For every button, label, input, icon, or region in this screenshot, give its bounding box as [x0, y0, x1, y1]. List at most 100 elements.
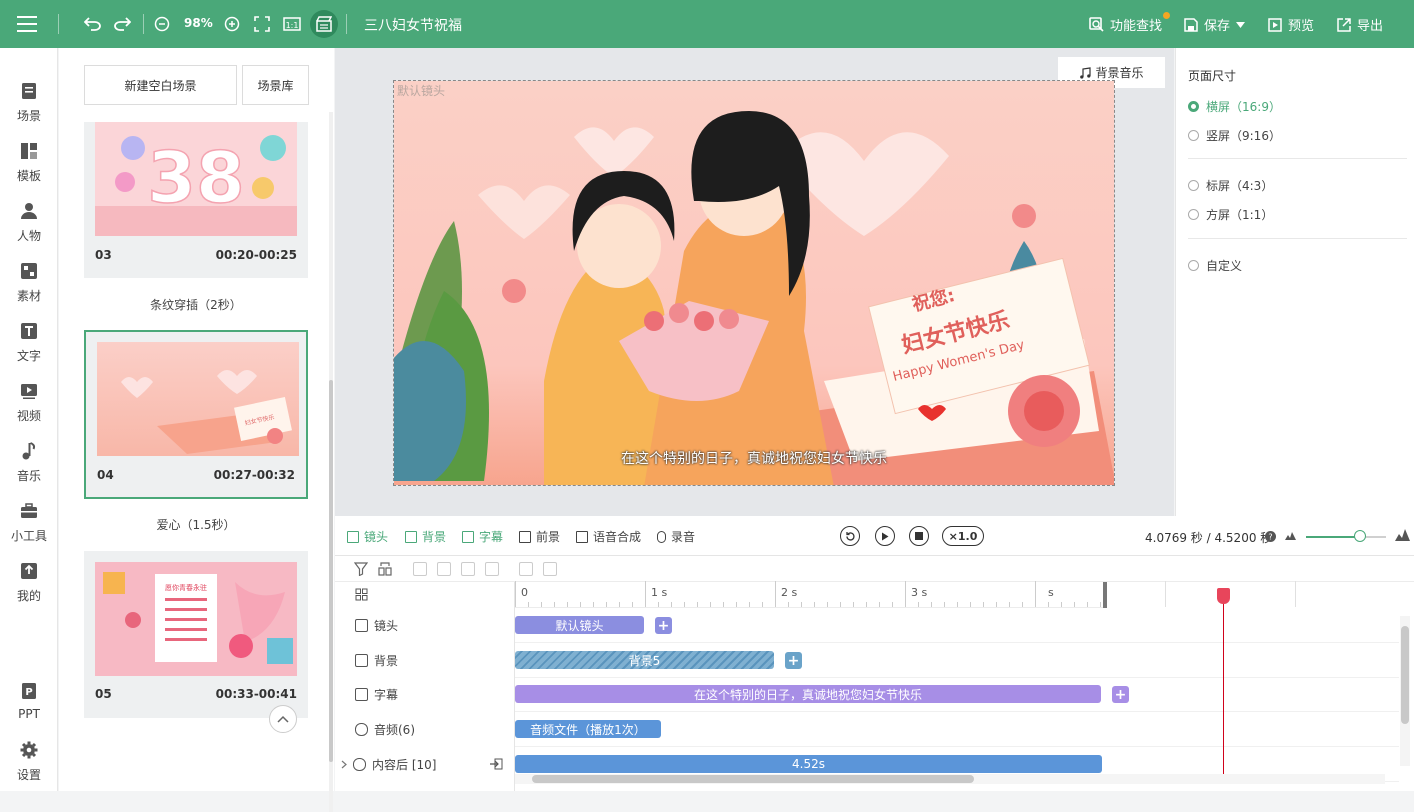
feature-search-button[interactable]: 功能查找 — [1089, 15, 1162, 34]
undo-icon[interactable] — [82, 13, 104, 35]
ruler-label: s — [1048, 586, 1054, 599]
tab-camera[interactable]: 镜头 — [347, 528, 388, 545]
replay-button[interactable] — [840, 526, 860, 546]
save-button[interactable]: 保存 — [1184, 15, 1246, 34]
timeline-zoom-handle[interactable] — [1354, 530, 1366, 542]
redo-icon[interactable] — [111, 13, 133, 35]
time-ruler[interactable]: 0 1 s 2 s 3 s s — [515, 581, 1414, 608]
scene-card-04[interactable]: 妇女节快乐 04 00:27-00:32 — [84, 330, 308, 499]
document-title[interactable]: 三八妇女节祝福 — [364, 15, 462, 35]
size-option-label: 横屏（16:9） — [1206, 100, 1281, 114]
nav-item-my[interactable]: 我的 — [0, 562, 58, 604]
nav-item-music[interactable]: 音乐 — [0, 442, 58, 484]
scene-05-thumb-text: 愿你青春永驻 — [165, 583, 207, 592]
camera-clip[interactable]: 默认镜头 — [515, 616, 644, 634]
microphone-icon — [657, 530, 666, 543]
timeline-end-marker[interactable] — [1103, 582, 1107, 608]
subtitle-overlay[interactable]: 在这个特别的日子，真诚地祝您妇女节快乐 — [393, 448, 1115, 468]
nav-item-template[interactable]: 模板 — [0, 142, 58, 184]
transition-label-stripes[interactable]: 条纹穿插（2秒） — [84, 296, 308, 313]
timeline-horizontal-scrollbar-thumb[interactable] — [532, 775, 974, 783]
align-right-icon[interactable] — [461, 562, 475, 576]
timeline-vertical-scrollbar-thumb[interactable] — [1401, 626, 1409, 724]
subtitle-clip[interactable]: 在这个特别的日子，真诚地祝您妇女节快乐 — [515, 685, 1101, 703]
tab-foreground-label: 前景 — [536, 530, 561, 544]
radio-dot — [1188, 130, 1199, 141]
tab-subtitle[interactable]: 字幕 — [462, 528, 503, 545]
scene-library-button[interactable]: 场景库 — [242, 65, 309, 105]
filter-icon[interactable] — [354, 562, 368, 576]
track-label-audio: 音频(6) — [355, 721, 415, 738]
preview-icon — [1268, 17, 1282, 32]
zoom-out-icon[interactable] — [151, 13, 173, 35]
size-option-4-3[interactable]: 标屏（4:3） — [1188, 177, 1273, 194]
background-icon — [405, 530, 417, 543]
fullscreen-icon[interactable] — [251, 13, 273, 35]
nav-item-scene[interactable]: 场景 — [0, 82, 58, 124]
nav-item-text[interactable]: 文字 — [0, 322, 58, 364]
playhead-handle[interactable] — [1217, 588, 1230, 604]
scene-canvas[interactable]: 祝您: 妇女节快乐 Happy Women's Day — [393, 80, 1115, 486]
nav-item-settings[interactable]: 设置 — [0, 741, 58, 783]
ruler-label: 1 s — [651, 586, 668, 599]
clapperboard-icon[interactable] — [313, 13, 335, 35]
export-button[interactable]: 导出 — [1337, 15, 1383, 34]
nav-label-ppt: PPT — [18, 707, 40, 721]
replay-icon — [845, 531, 855, 541]
play-button[interactable] — [875, 526, 895, 546]
actual-size-icon[interactable]: 1:1 — [281, 13, 303, 35]
camera-track-icon — [355, 619, 368, 632]
tab-tts[interactable]: 语音合成 — [576, 528, 641, 545]
size-option-9-16[interactable]: 竖屏（9:16） — [1188, 127, 1281, 144]
add-subtitle-button[interactable]: + — [1112, 686, 1129, 703]
nav-item-ppt[interactable]: P PPT — [0, 682, 58, 721]
nav-item-toolbox[interactable]: 小工具 — [0, 502, 58, 544]
scene-panel: 新建空白场景 场景库 38 03 00:20-00:25 条纹穿插（2秒） 妇女… — [59, 48, 334, 812]
left-nav: 场景 模板 人物 素材 文字 视频 音乐 小工具 我的 P PPT 设置 — [0, 48, 58, 791]
distribute-icon[interactable] — [485, 562, 499, 576]
nav-label-material: 素材 — [16, 289, 41, 303]
preview-button[interactable]: 预览 — [1268, 15, 1314, 34]
help-icon[interactable]: ? — [1265, 531, 1276, 542]
menu-icon[interactable] — [17, 15, 37, 33]
scene-card-03[interactable]: 38 03 00:20-00:25 — [84, 122, 308, 278]
layout-grid-icon[interactable] — [355, 588, 368, 601]
align-center-icon[interactable] — [437, 562, 451, 576]
playback-speed-button[interactable]: ×1.0 — [942, 526, 984, 546]
scene-thumbnail: 38 — [95, 122, 297, 236]
tab-background[interactable]: 背景 — [405, 528, 446, 545]
size-option-16-9[interactable]: 横屏（16:9） — [1188, 98, 1281, 115]
zoom-out-timeline-icon[interactable] — [1285, 531, 1296, 540]
nav-item-person[interactable]: 人物 — [0, 202, 58, 244]
zoom-in-icon[interactable] — [221, 13, 243, 35]
nav-item-video[interactable]: 视频 — [0, 382, 58, 424]
zoom-in-timeline-icon[interactable] — [1395, 529, 1410, 541]
nav-label-template: 模板 — [16, 169, 41, 183]
ungroup-icon[interactable] — [543, 562, 557, 576]
add-camera-button[interactable]: + — [655, 617, 672, 634]
scene-scrollbar-thumb[interactable] — [329, 380, 333, 762]
save-label: 保存 — [1204, 19, 1231, 34]
transition-label-heart[interactable]: 爱心（1.5秒） — [84, 516, 308, 533]
size-option-1-1[interactable]: 方屏（1:1） — [1188, 206, 1273, 223]
scene-card-05[interactable]: 愿你青春永驻 05 00:33-00:41 — [84, 551, 308, 718]
size-option-custom[interactable]: 自定义 — [1188, 257, 1242, 274]
stop-button[interactable] — [909, 526, 929, 546]
nav-item-material[interactable]: 素材 — [0, 262, 58, 304]
add-background-button[interactable]: + — [785, 652, 802, 669]
align-tool-icon[interactable] — [378, 562, 392, 576]
background-clip[interactable]: 背景5 — [515, 651, 774, 669]
group-icon[interactable] — [519, 562, 533, 576]
scroll-to-top-button[interactable] — [269, 705, 297, 733]
audio-clip[interactable]: 音频文件（播放1次） — [515, 720, 661, 738]
scene-time-range: 00:33-00:41 — [215, 687, 297, 701]
track-label-content-after[interactable]: 内容后 [10] — [341, 756, 436, 773]
align-left-icon[interactable] — [413, 562, 427, 576]
new-blank-scene-button[interactable]: 新建空白场景 — [84, 65, 237, 105]
track-row-audio: 音频文件（播放1次） — [515, 712, 1399, 747]
tab-record[interactable]: 录音 — [657, 528, 695, 545]
content-after-clip[interactable]: 4.52s — [515, 755, 1102, 773]
scene-03-thumb-text: 38 — [147, 137, 244, 219]
collapse-track-icon[interactable] — [490, 758, 503, 770]
tab-foreground[interactable]: 前景 — [519, 528, 560, 545]
